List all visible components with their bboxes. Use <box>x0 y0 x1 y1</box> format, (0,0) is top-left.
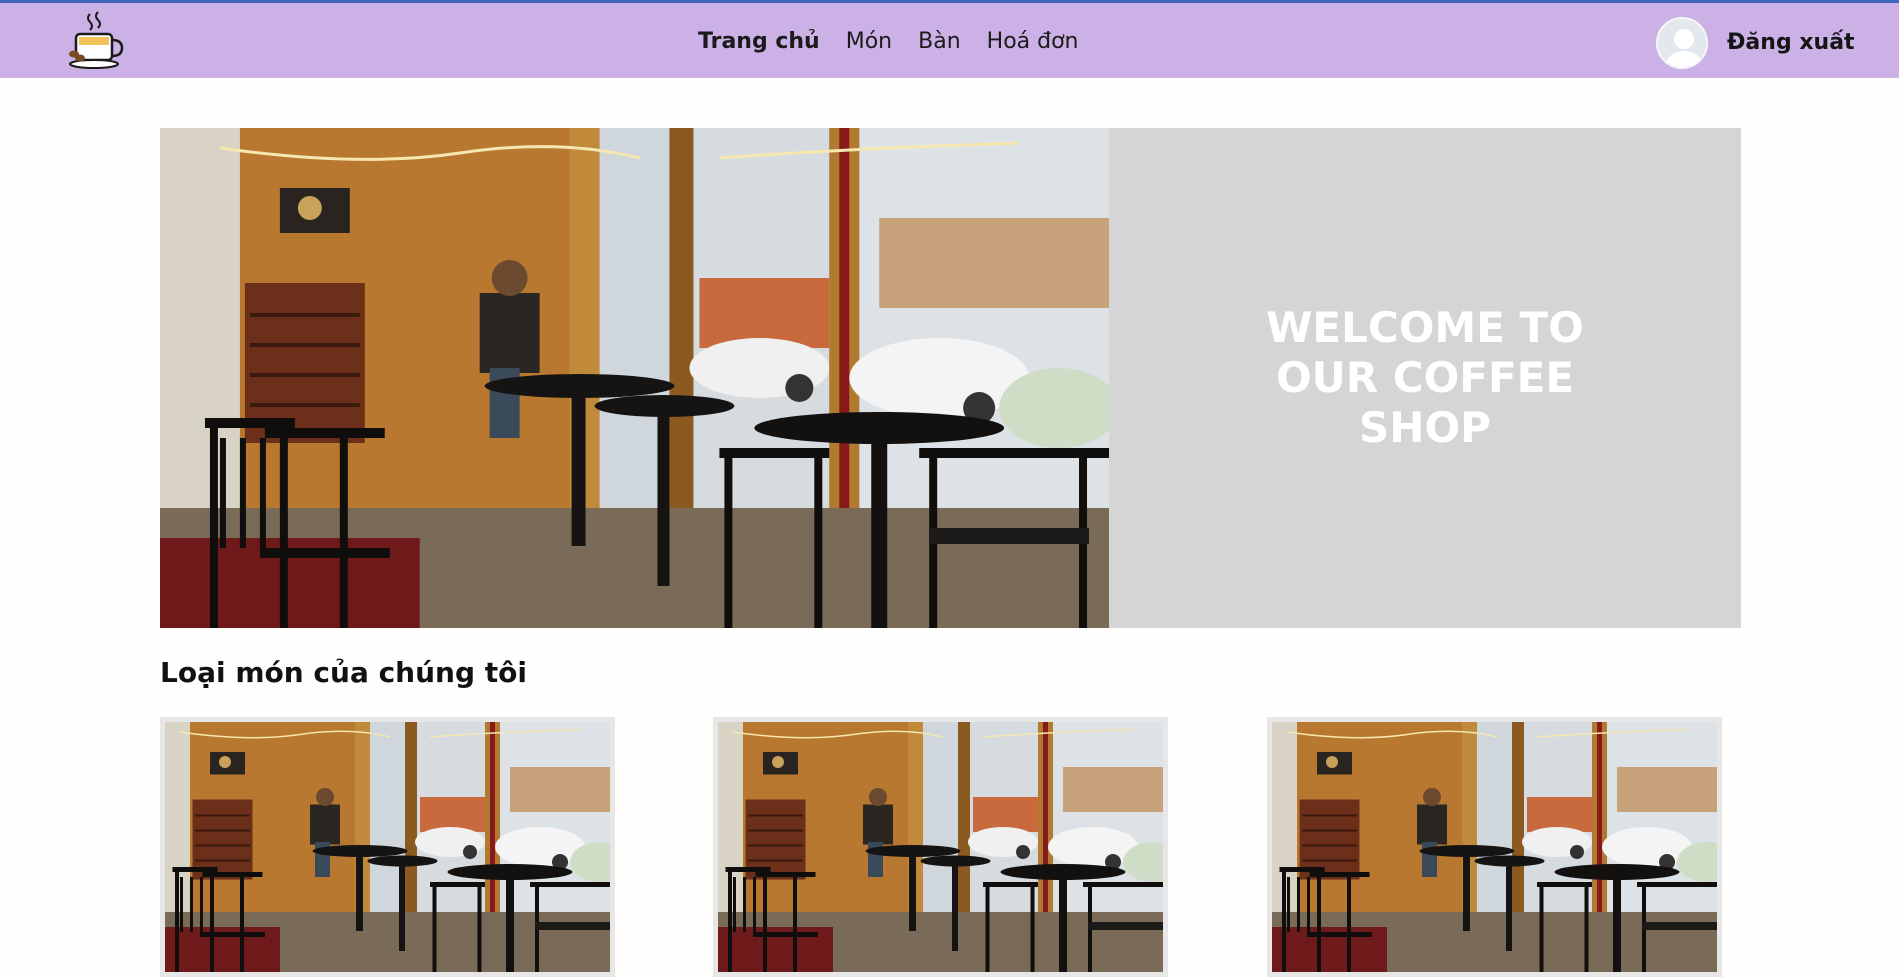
category-card[interactable] <box>1267 717 1722 977</box>
nav-item-menu[interactable]: Món <box>846 29 892 54</box>
navbar: Trang chủ Món Bàn Hoá đơn Đăng xuất <box>0 3 1899 78</box>
category-card[interactable] <box>713 717 1168 977</box>
category-card-image <box>1272 722 1717 972</box>
nav-item-invoices[interactable]: Hoá đơn <box>987 29 1079 54</box>
nav-item-tables[interactable]: Bàn <box>918 29 961 54</box>
logout-button[interactable]: Đăng xuất <box>1727 30 1855 55</box>
categories-title: Loại món của chúng tôi <box>160 656 527 689</box>
user-avatar-icon[interactable] <box>1656 17 1708 69</box>
coffee-cup-icon[interactable] <box>66 10 126 72</box>
main-nav: Trang chủ Món Bàn Hoá đơn <box>698 29 1079 54</box>
hero-image <box>160 128 1109 628</box>
category-card-image <box>718 722 1163 972</box>
category-card-image <box>165 722 610 972</box>
welcome-text: WELCOME TO OUR COFFEE SHOP <box>1266 303 1584 452</box>
hero-welcome-panel: WELCOME TO OUR COFFEE SHOP <box>1109 128 1741 628</box>
category-card[interactable] <box>160 717 615 977</box>
nav-item-home[interactable]: Trang chủ <box>698 29 820 54</box>
